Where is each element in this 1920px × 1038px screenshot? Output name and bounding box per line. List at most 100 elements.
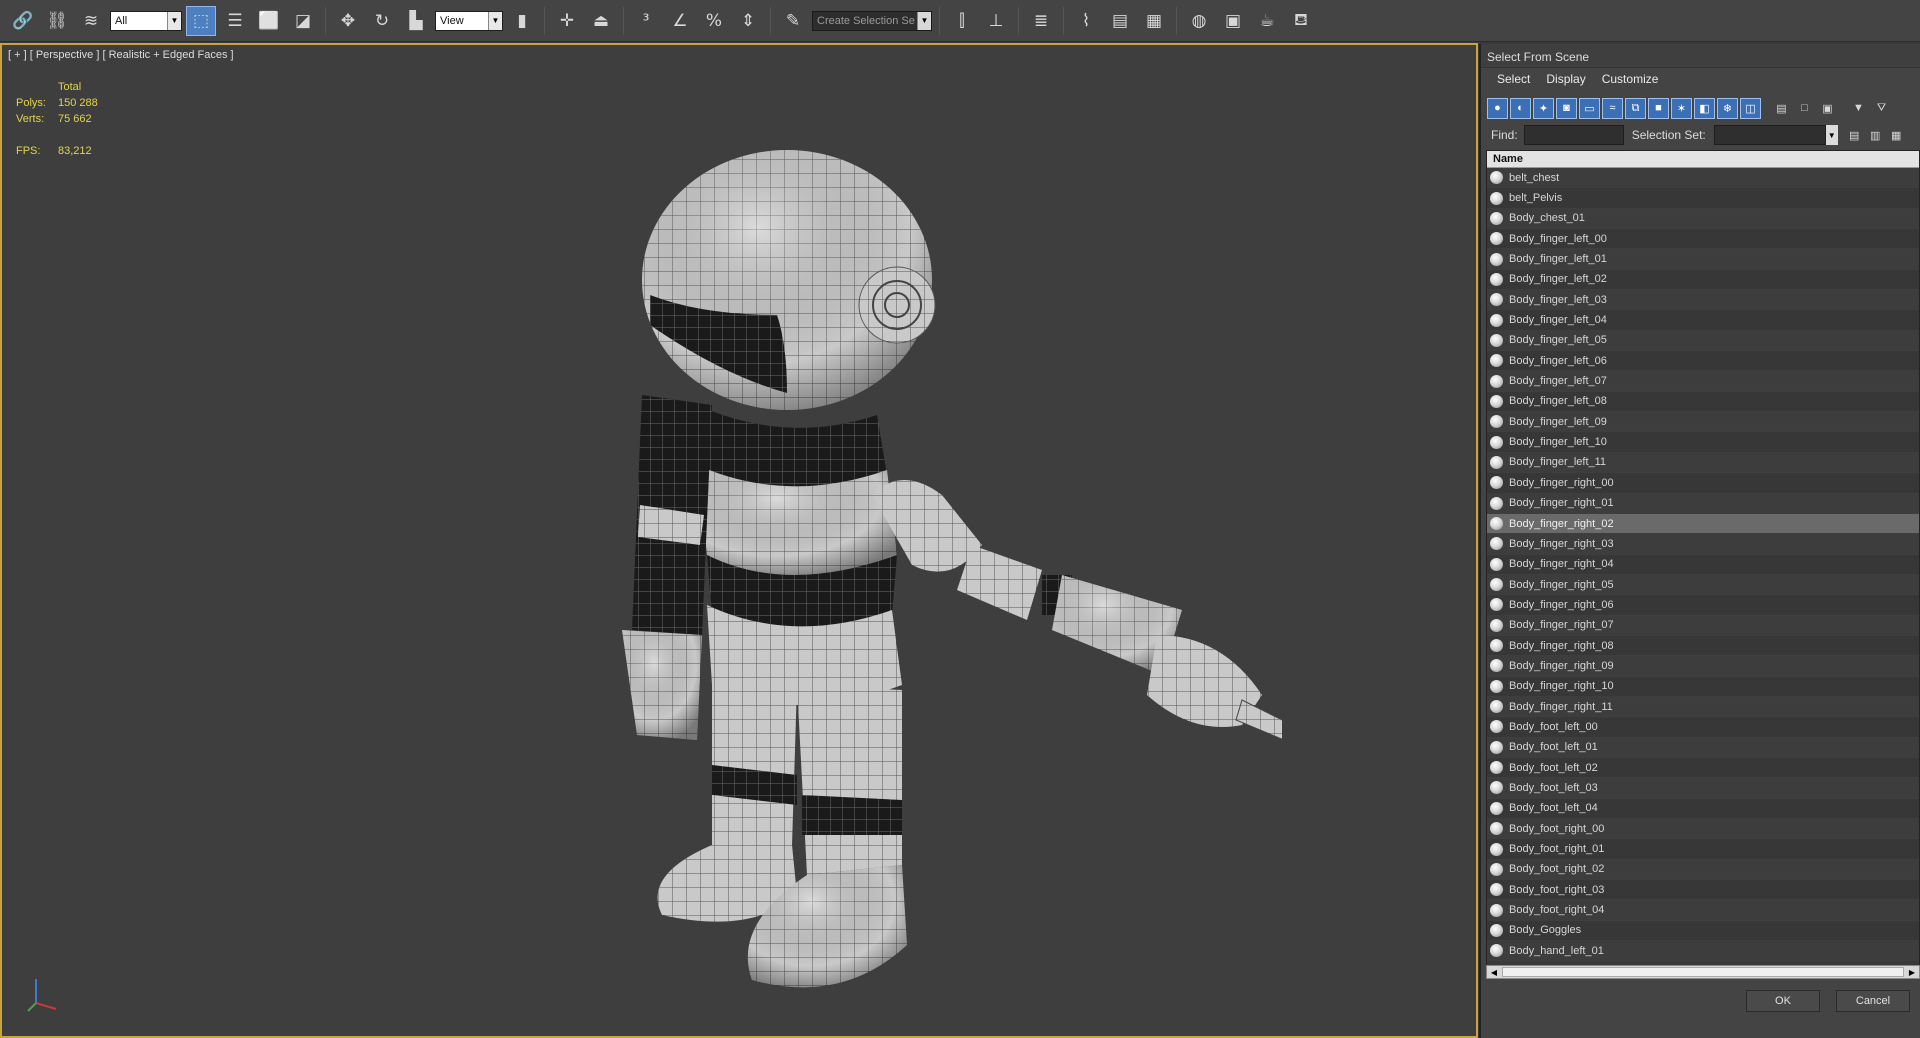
list-item[interactable]: Body_finger_right_06 (1487, 595, 1919, 616)
list-item[interactable]: Body_finger_left_07 (1487, 371, 1919, 392)
display-xrefs-icon[interactable]: ■ (1648, 97, 1669, 119)
rect-selection-icon[interactable]: ⬜ (254, 6, 284, 36)
scale-icon[interactable]: ▙ (401, 6, 431, 36)
display-hidden-icon[interactable]: ◫ (1740, 97, 1761, 119)
find-input[interactable] (1523, 125, 1624, 145)
reference-coord-dropdown[interactable]: View ▼ (435, 10, 503, 31)
display-all-icon[interactable]: ▤ (1771, 98, 1792, 119)
rotate-icon[interactable]: ↻ (367, 6, 397, 36)
list-item[interactable]: Body_foot_right_03 (1487, 880, 1919, 901)
list-item[interactable]: Body_foot_left_01 (1487, 737, 1919, 758)
select-object-icon[interactable]: ⬚ (186, 5, 216, 36)
list-item[interactable]: Body_foot_right_00 (1487, 819, 1919, 840)
display-containers-icon[interactable]: ◧ (1694, 97, 1715, 119)
selection-filter-dropdown[interactable]: All ▼ (110, 10, 182, 31)
edit-named-sets-icon[interactable]: ✎ (778, 6, 808, 36)
list-item[interactable]: belt_chest (1487, 168, 1919, 189)
manipulate-icon[interactable]: ✛ (552, 6, 582, 36)
list-item[interactable]: Body_foot_right_02 (1487, 859, 1919, 881)
list-item[interactable]: Body_foot_left_00 (1487, 717, 1919, 738)
scroll-right-icon[interactable]: ▶ (1905, 966, 1919, 978)
list-item[interactable]: belt_Pelvis (1487, 188, 1919, 209)
list-item[interactable]: Body_finger_left_06 (1487, 351, 1919, 372)
display-lights-icon[interactable]: ✦ (1533, 97, 1554, 119)
display-groups-icon[interactable]: ⧉ (1625, 97, 1646, 119)
list-item[interactable]: Body_finger_left_01 (1487, 249, 1919, 270)
align-icon[interactable]: ⊥ (981, 6, 1011, 36)
angle-snap-icon[interactable]: ∠ (665, 6, 695, 36)
mirror-icon[interactable]: ⫿ (947, 6, 977, 36)
display-invert-icon[interactable]: ▣ (1817, 98, 1838, 119)
filter-options-icon[interactable]: ⛛ (1871, 98, 1892, 119)
percent-snap-icon[interactable]: % (699, 6, 729, 36)
move-icon[interactable]: ✥ (333, 6, 363, 36)
material-editor-icon[interactable]: ▦ (1139, 6, 1169, 36)
menu-customize[interactable]: Customize (1598, 72, 1671, 86)
perspective-viewport[interactable]: [ + ] [ Perspective ] [ Realistic + Edge… (0, 43, 1478, 1038)
list-item[interactable]: Body_finger_right_05 (1487, 574, 1919, 596)
robot-model[interactable] (602, 75, 1282, 1035)
schematic-view-icon[interactable]: ▤ (1105, 6, 1135, 36)
render-icon[interactable]: ☕ (1252, 6, 1282, 36)
selection-set-dropdown[interactable] (1713, 125, 1826, 145)
list-item[interactable]: Body_foot_right_01 (1487, 839, 1919, 860)
named-selection-sets-dropdown[interactable]: Create Selection Se ▼ (812, 10, 932, 31)
scrollbar-thumb[interactable] (1502, 967, 1904, 977)
ok-button[interactable]: OK (1746, 990, 1820, 1012)
list-item[interactable]: Body_foot_right_04 (1487, 900, 1919, 921)
filter-icon[interactable]: ▼ (1848, 98, 1869, 119)
list-item[interactable]: Body_chest_01 (1487, 208, 1919, 230)
chevron-down-icon[interactable]: ▼ (1825, 125, 1838, 145)
layer-manager-icon[interactable]: ≣ (1026, 6, 1056, 36)
display-shapes-icon[interactable]: ◐ (1510, 97, 1531, 119)
list-item[interactable]: Body_finger_left_04 (1487, 310, 1919, 331)
manage-selection-sets-icon[interactable]: ▥ (1865, 125, 1886, 146)
menu-select[interactable]: Select (1493, 72, 1542, 86)
display-helpers-icon[interactable]: ▭ (1579, 97, 1600, 119)
display-cameras-icon[interactable]: ◙ (1556, 97, 1577, 119)
horizontal-scrollbar[interactable]: ◀ ▶ (1486, 965, 1920, 979)
render-setup-icon[interactable]: ◍ (1184, 6, 1214, 36)
list-item[interactable]: Body_finger_left_09 (1487, 412, 1919, 433)
list-item[interactable]: Body_finger_right_10 (1487, 676, 1919, 697)
list-item[interactable]: Body_finger_left_02 (1487, 269, 1919, 291)
menu-display[interactable]: Display (1542, 72, 1597, 86)
display-geometry-icon[interactable]: ● (1487, 97, 1508, 119)
bind-spacewarp-icon[interactable]: ≋ (76, 6, 106, 36)
keyboard-shortcut-icon[interactable]: ⏏ (586, 6, 616, 36)
display-frozen-icon[interactable]: ❄ (1717, 97, 1738, 119)
list-item[interactable]: Body_finger_right_00 (1487, 473, 1919, 494)
list-item[interactable]: Body_foot_left_04 (1487, 798, 1919, 819)
scroll-left-icon[interactable]: ◀ (1487, 966, 1501, 978)
list-item[interactable]: Body_finger_right_01 (1487, 493, 1919, 514)
list-item[interactable]: Body_finger_left_08 (1487, 391, 1919, 413)
link-icon[interactable]: 🔗 (8, 6, 38, 36)
list-item[interactable]: Body_foot_left_02 (1487, 757, 1919, 779)
snap-3d-icon[interactable]: ³ (631, 6, 661, 36)
display-none-icon[interactable]: □ (1794, 98, 1815, 119)
list-item[interactable]: Body_foot_left_03 (1487, 778, 1919, 799)
curve-editor-icon[interactable]: ⌇ (1071, 6, 1101, 36)
list-item[interactable]: Body_finger_right_04 (1487, 554, 1919, 575)
teapot-icon[interactable]: ⛾ (1286, 6, 1316, 36)
scene-object-list[interactable]: Name belt_chest belt_Pelvis Body_chest_01 B… (1486, 150, 1920, 975)
cancel-button[interactable]: Cancel (1836, 990, 1910, 1012)
list-item[interactable]: Body_finger_left_00 (1487, 229, 1919, 250)
display-spacewarps-icon[interactable]: ≈ (1602, 97, 1623, 119)
save-selection-set-icon[interactable]: ▤ (1844, 125, 1865, 146)
list-item[interactable]: Body_finger_left_05 (1487, 330, 1919, 352)
list-item[interactable]: Body_finger_right_11 (1487, 696, 1919, 718)
spinner-snap-icon[interactable]: ⇕ (733, 6, 763, 36)
list-item[interactable]: Body_finger_right_03 (1487, 534, 1919, 555)
pivot-icon[interactable]: ▮ (507, 6, 537, 36)
list-item[interactable]: Body_finger_right_08 (1487, 635, 1919, 657)
viewport-label[interactable]: [ + ] [ Perspective ] [ Realistic + Edge… (8, 49, 234, 61)
list-item[interactable]: Body_finger_right_02 (1487, 513, 1919, 535)
list-item[interactable]: Body_finger_left_11 (1487, 452, 1919, 474)
unlink-icon[interactable]: ⛓ (42, 6, 72, 36)
window-crossing-icon[interactable]: ◪ (288, 6, 318, 36)
list-item[interactable]: Body_hand_left_01 (1487, 941, 1919, 962)
column-header-name[interactable]: Name (1487, 151, 1919, 168)
list-item[interactable]: Body_finger_right_09 (1487, 656, 1919, 677)
list-item[interactable]: Body_finger_right_07 (1487, 615, 1919, 636)
